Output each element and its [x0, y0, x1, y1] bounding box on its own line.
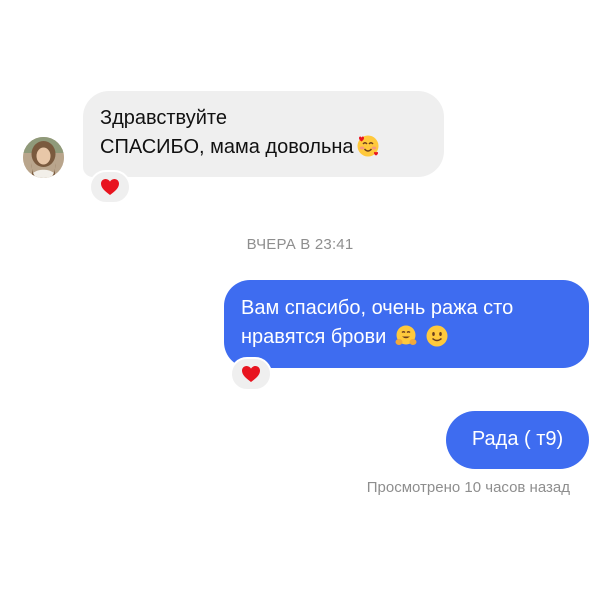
heart-icon: [242, 366, 260, 382]
contact-avatar[interactable]: [23, 137, 64, 178]
outgoing-message-line-1: Вам спасибо, очень ража сто: [241, 297, 514, 319]
incoming-message-line-2: СПАСИБО, мама довольна: [100, 133, 428, 167]
heart-reaction-outgoing[interactable]: [230, 357, 272, 391]
incoming-message-line-1: Здравствуйте: [100, 107, 227, 129]
contact-photo: [23, 137, 64, 178]
incoming-message-text: СПАСИБО, мама довольна: [100, 136, 354, 158]
incoming-message-bubble[interactable]: Здравствуйте СПАСИБО, мама довольна: [83, 91, 444, 177]
heart-icon: [101, 179, 119, 195]
outgoing-message-text: нравятся брови: [241, 326, 387, 348]
slightly-smiling-face-icon: [425, 324, 449, 357]
smiling-face-with-hearts-icon: [356, 134, 380, 167]
outgoing-message-bubble[interactable]: Вам спасибо, очень ража сто нравятся бро…: [224, 280, 589, 368]
outgoing-message-line-2: нравятся брови: [241, 323, 573, 357]
seen-status: Просмотрено 10 часов назад: [366, 479, 570, 496]
hugging-face-icon: [394, 324, 418, 357]
heart-reaction-incoming[interactable]: [89, 170, 131, 204]
timestamp-divider: ВЧЕРА В 23:41: [246, 236, 354, 253]
outgoing-message-2-text: Рада ( т9): [471, 428, 564, 450]
outgoing-message-bubble-2[interactable]: Рада ( т9): [446, 411, 589, 469]
